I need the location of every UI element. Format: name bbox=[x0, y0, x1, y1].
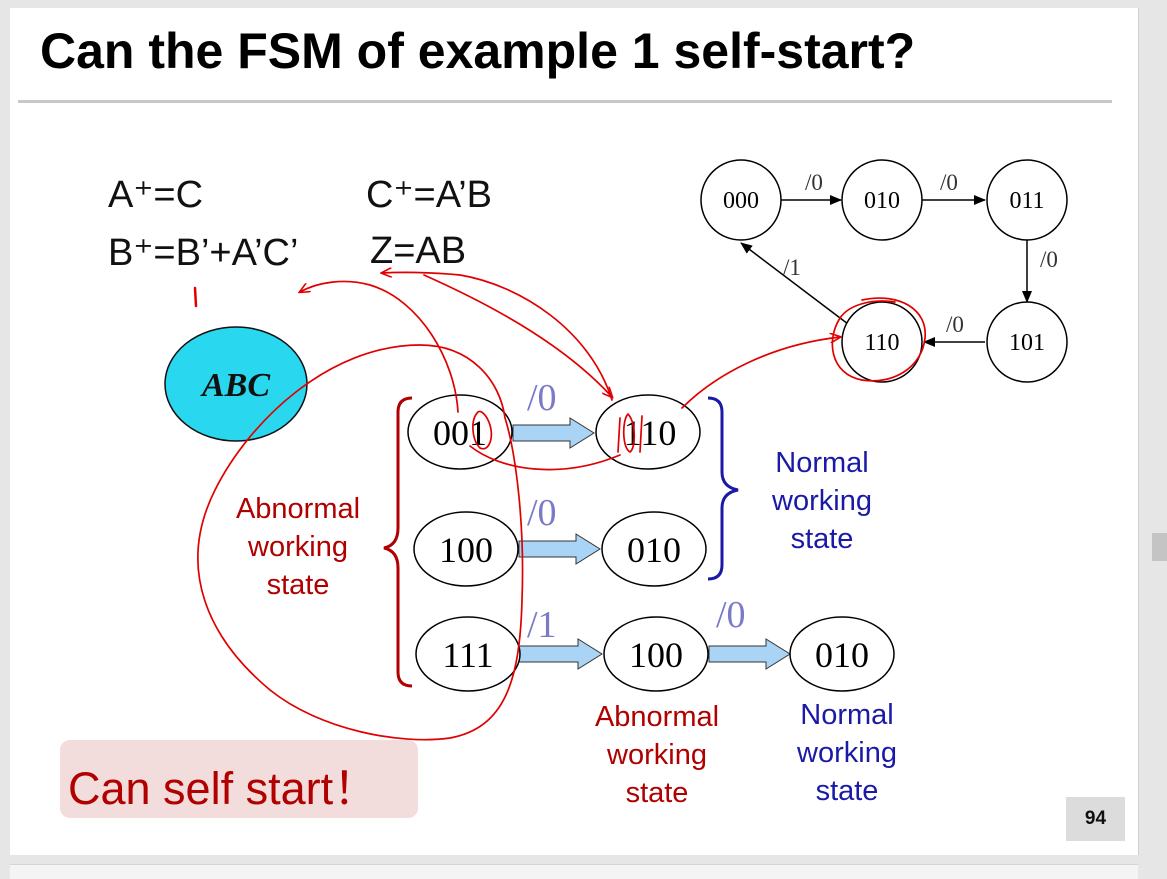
abnormal-brace bbox=[383, 396, 413, 688]
label-011-101: /0 bbox=[1040, 247, 1058, 272]
abnormal-left-line1: Abnormal bbox=[236, 493, 360, 525]
label-010-011: /0 bbox=[940, 170, 958, 195]
label-101-110: /0 bbox=[946, 312, 964, 337]
state-label-110: 110 bbox=[864, 330, 899, 356]
arrow-100-010-chain bbox=[708, 638, 791, 670]
label-000-010: /0 bbox=[805, 170, 823, 195]
node-010-label: 010 bbox=[627, 530, 681, 570]
label-111-100: /1 bbox=[527, 604, 557, 646]
normal-right-line3: state bbox=[791, 523, 854, 555]
state-label-010: 010 bbox=[864, 188, 900, 214]
ink-arrow-to-z-equation bbox=[382, 272, 613, 401]
state-label-101: 101 bbox=[1009, 330, 1045, 356]
abnormal-left-line2: working bbox=[247, 531, 348, 563]
normal-bottom-line1: Normal bbox=[800, 699, 893, 731]
arrow-100-010 bbox=[518, 533, 601, 565]
abnormal-bottom-line3: state bbox=[626, 777, 689, 809]
abnormal-bottom-line2: working bbox=[606, 739, 707, 771]
abc-label: ABC bbox=[200, 367, 270, 404]
fsm-diagram: ABC /0 /0 /0 /0 /1 000 010 011 101 110 /… bbox=[164, 159, 1068, 809]
group-labels: Abnormal working state Normal working st… bbox=[236, 447, 897, 809]
ink-arrow-to-graph-110 bbox=[681, 337, 840, 409]
state-transition-graph: /0 /0 /0 /0 /1 000 010 011 101 110 bbox=[700, 159, 1068, 383]
node-100-label: 100 bbox=[439, 530, 493, 570]
node-010-bottom-label: 010 bbox=[815, 635, 869, 675]
normal-brace bbox=[707, 396, 739, 581]
label-100-010: /0 bbox=[527, 492, 557, 534]
normal-right-line1: Normal bbox=[775, 447, 868, 479]
label-001-110: /0 bbox=[527, 377, 557, 419]
normal-bottom-line2: working bbox=[796, 737, 897, 769]
ink-tick-mark bbox=[193, 286, 198, 308]
normal-bottom-line3: state bbox=[816, 775, 879, 807]
abnormal-bottom-line1: Abnormal bbox=[595, 701, 719, 733]
abnormal-left-line3: state bbox=[267, 569, 330, 601]
node-111-label: 111 bbox=[442, 635, 493, 675]
state-label-000: 000 bbox=[723, 188, 759, 214]
label-110-000: /1 bbox=[783, 255, 801, 280]
state-label-011: 011 bbox=[1009, 188, 1044, 214]
arrow-001-110 bbox=[512, 417, 595, 449]
node-100-bottom-label: 100 bbox=[629, 635, 683, 675]
label-chain-100-010: /0 bbox=[716, 594, 746, 636]
normal-right-line2: working bbox=[771, 485, 872, 517]
